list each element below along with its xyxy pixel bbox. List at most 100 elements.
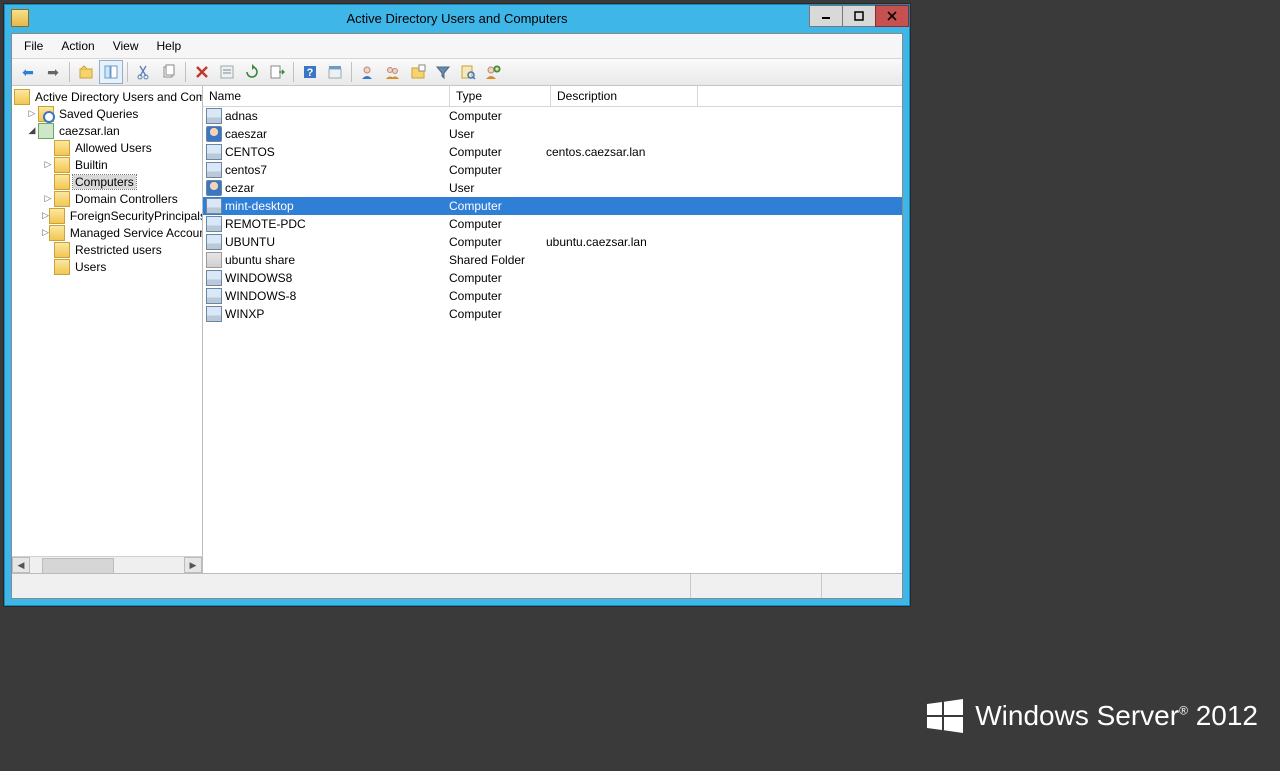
window-client: File Action View Help ⬅ ➡ ? [11,33,903,599]
row-name-text: CENTOS [225,145,275,159]
list-row[interactable]: adnasComputer [203,107,902,125]
help-button[interactable]: ? [298,60,322,84]
menu-action[interactable]: Action [53,37,102,55]
tree-label: ForeignSecurityPrincipals [68,209,202,223]
toolbar-sep [127,62,128,82]
toolbar-sep [351,62,352,82]
menu-file[interactable]: File [16,37,51,55]
cell-name: centos7 [203,162,446,178]
nav-back-button[interactable]: ⬅ [16,60,40,84]
delete-button[interactable] [190,60,214,84]
cell-name: caeszar [203,126,446,142]
up-button[interactable] [74,60,98,84]
computer-icon [206,108,222,124]
cell-name: WINXP [203,306,446,322]
nav-forward-button[interactable]: ➡ [41,60,65,84]
tree-root[interactable]: Active Directory Users and Computers [12,88,202,105]
scroll-left-button[interactable]: ◀ [12,557,30,573]
collapse-icon[interactable]: ◢ [26,125,38,136]
new-ou-button[interactable] [406,60,430,84]
folder-icon [54,259,70,275]
new-group-button[interactable] [381,60,405,84]
list-row[interactable]: CENTOSComputercentos.caezsar.lan [203,143,902,161]
list-row[interactable]: WINDOWS-8Computer [203,287,902,305]
row-name-text: cezar [225,181,254,195]
close-button[interactable] [875,5,909,27]
expand-icon[interactable]: ▷ [42,210,49,221]
tree-label: Managed Service Accounts [68,226,202,240]
watermark-text: Windows Server® 2012 [975,700,1258,732]
toolbar-sep [185,62,186,82]
tree-domain[interactable]: ◢ caezsar.lan [12,122,202,139]
menu-view[interactable]: View [105,37,147,55]
expand-icon[interactable]: ▷ [42,227,49,238]
status-segment [690,574,821,598]
cell-type: Computer [446,271,543,285]
properties-button[interactable] [215,60,239,84]
row-name-text: mint-desktop [225,199,294,213]
list-row[interactable]: WINDOWS8Computer [203,269,902,287]
computer-icon [206,216,222,232]
list-row[interactable]: centos7Computer [203,161,902,179]
refresh-button[interactable] [240,60,264,84]
window-title: Active Directory Users and Computers [5,11,909,26]
cut-button[interactable] [132,60,156,84]
tree-node[interactable]: ▷ Managed Service Accounts [12,224,202,241]
tree-label: Domain Controllers [73,192,180,206]
tree-node[interactable]: Allowed Users [12,139,202,156]
toolbar: ⬅ ➡ ? [12,59,902,86]
computer-icon [206,234,222,250]
statusbar [12,573,902,598]
cell-type: Computer [446,109,543,123]
maximize-button[interactable] [842,5,876,27]
computer-icon [206,306,222,322]
tree-node[interactable]: Users [12,258,202,275]
show-hide-tree-button[interactable] [99,60,123,84]
cell-description: centos.caezsar.lan [543,145,686,159]
add-to-group-button[interactable] [481,60,505,84]
export-list-button[interactable] [265,60,289,84]
desktop-watermark: Windows Server® 2012 [927,699,1258,733]
titlebar[interactable]: Active Directory Users and Computers [5,5,909,31]
menu-help[interactable]: Help [149,37,190,55]
row-name-text: WINXP [225,307,264,321]
column-type[interactable]: Type [450,86,551,106]
expand-icon[interactable]: ▷ [42,193,54,204]
column-name[interactable]: Name [203,86,450,106]
list-body[interactable]: adnasComputercaeszarUserCENTOSComputerce… [203,107,902,573]
tree-node[interactable]: ▷Builtin [12,156,202,173]
tree-node[interactable]: ▷ ForeignSecurityPrincipals [12,207,202,224]
folder-icon [54,242,70,258]
cell-name: adnas [203,108,446,124]
column-headers: Name Type Description [203,86,902,107]
scroll-thumb[interactable] [42,558,114,574]
tree[interactable]: Active Directory Users and Computers ▷ S… [12,86,202,556]
expand-icon[interactable]: ▷ [26,108,38,119]
filter-button[interactable] [431,60,455,84]
options-button[interactable] [323,60,347,84]
scroll-right-button[interactable]: ▶ [184,557,202,573]
tree-node[interactable]: Restricted users [12,241,202,258]
list-row[interactable]: mint-desktopComputer [203,197,902,215]
list-row[interactable]: ubuntu shareShared Folder [203,251,902,269]
tree-saved-queries[interactable]: ▷ Saved Queries [12,105,202,122]
tree-node[interactable]: ▷ Domain Controllers [12,190,202,207]
tree-hscrollbar[interactable]: ◀ ▶ [12,556,202,573]
row-name-text: REMOTE-PDC [225,217,306,231]
minimize-button[interactable] [809,5,843,27]
find-button[interactable] [456,60,480,84]
aduc-root-icon [14,89,30,105]
tree-node[interactable]: Computers [12,173,202,190]
expand-icon[interactable]: ▷ [42,159,54,170]
tree-label: Active Directory Users and Computers [33,90,202,104]
scroll-track[interactable] [30,558,184,572]
column-description[interactable]: Description [551,86,698,106]
content-area: Active Directory Users and Computers ▷ S… [12,86,902,573]
list-row[interactable]: caeszarUser [203,125,902,143]
list-row[interactable]: WINXPComputer [203,305,902,323]
copy-button[interactable] [157,60,181,84]
list-row[interactable]: REMOTE-PDCComputer [203,215,902,233]
list-row[interactable]: cezarUser [203,179,902,197]
list-row[interactable]: UBUNTUComputerubuntu.caezsar.lan [203,233,902,251]
new-user-button[interactable] [356,60,380,84]
